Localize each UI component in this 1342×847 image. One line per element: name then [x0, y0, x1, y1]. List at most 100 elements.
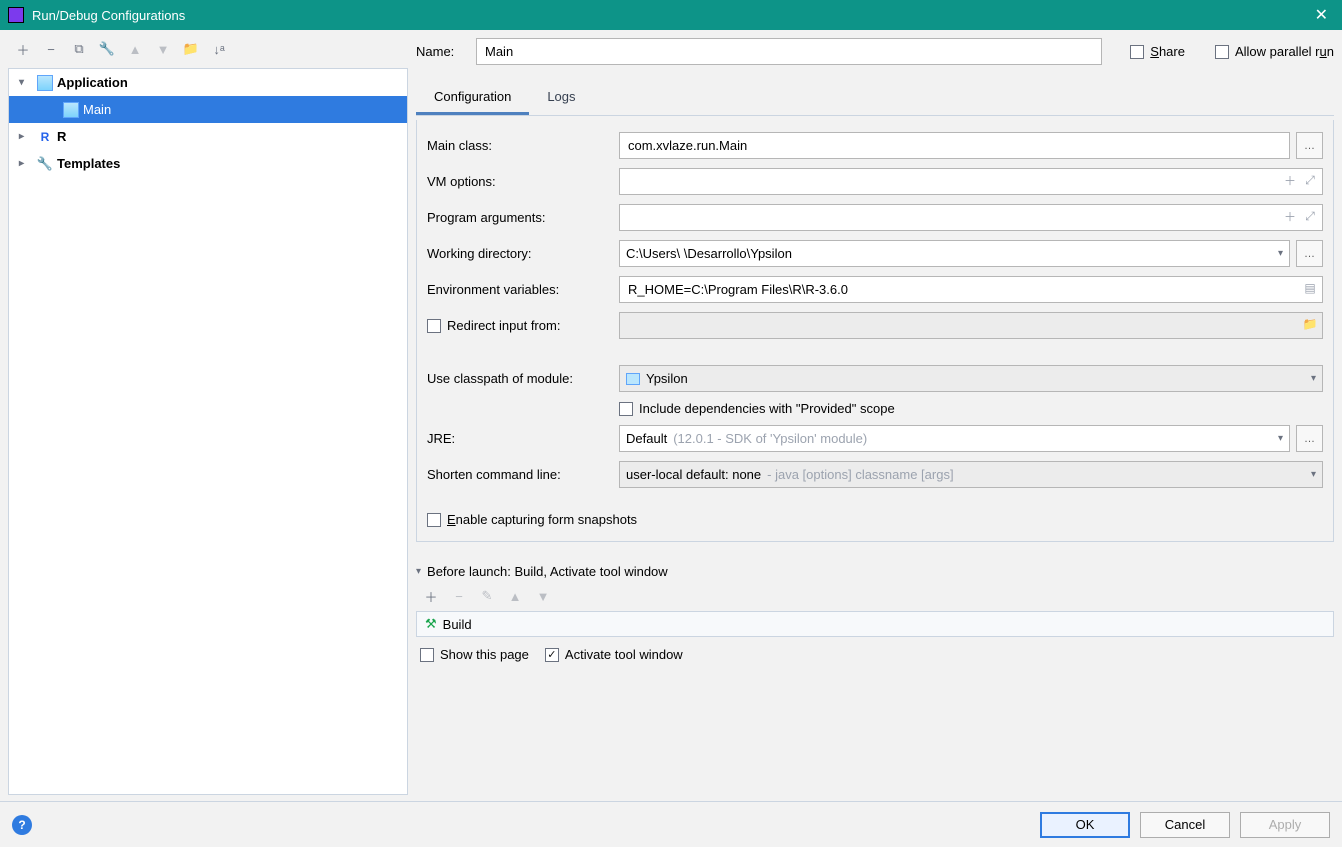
jre-select[interactable]: Default (12.0.1 - SDK of 'Ypsilon' modul…: [619, 425, 1290, 452]
r-icon: R: [37, 129, 53, 145]
checkbox-icon: [427, 319, 441, 333]
activate-tool-checkbox[interactable]: Activate tool window: [545, 647, 683, 662]
help-icon[interactable]: ?: [12, 815, 32, 835]
module-value: Ypsilon: [646, 371, 688, 386]
working-dir-label: Working directory:: [427, 246, 613, 261]
checkbox-icon: [1215, 45, 1229, 59]
shorten-value: user-local default: none: [626, 467, 761, 482]
shorten-label: Shorten command line:: [427, 467, 613, 482]
title-bar: Run/Debug Configurations ✕: [0, 0, 1342, 30]
working-dir-combo[interactable]: C:\Users\ \Desarrollo\Ypsilon ▾: [619, 240, 1290, 267]
jre-value: Default: [626, 431, 667, 446]
bl-add-button[interactable]: ＋: [420, 585, 442, 607]
chevron-down-icon: ▾: [1278, 433, 1283, 444]
bl-up-button[interactable]: ▲: [504, 585, 526, 607]
share-checkbox[interactable]: Share: [1130, 44, 1185, 59]
insert-macro-icon[interactable]: ＋: [1281, 171, 1299, 189]
checkbox-icon: [1130, 45, 1144, 59]
program-args-input[interactable]: [619, 204, 1323, 231]
bl-item-label: Build: [443, 617, 472, 632]
module-label: Use classpath of module:: [427, 371, 613, 386]
allow-parallel-checkbox[interactable]: Allow parallel run: [1215, 44, 1334, 59]
cancel-button[interactable]: Cancel: [1140, 812, 1230, 838]
move-down-button[interactable]: ▼: [152, 38, 174, 60]
bl-edit-button[interactable]: ✎: [476, 585, 498, 607]
tab-configuration[interactable]: Configuration: [416, 81, 529, 115]
jre-label: JRE:: [427, 431, 613, 446]
before-launch-item-build[interactable]: ⚒ Build: [416, 611, 1334, 637]
vm-options-input[interactable]: [619, 168, 1323, 195]
main-class-input[interactable]: [619, 132, 1290, 159]
checkbox-icon: [420, 648, 434, 662]
tree-label: Templates: [57, 156, 120, 171]
chevron-down-icon: ▾: [19, 77, 33, 88]
chevron-down-icon: ▾: [1311, 469, 1316, 480]
left-panel: ＋ − ⧉ 🔧 ▲ ▼ 📁 ↓ᵃ ▾ Application Main ▸ R …: [8, 36, 408, 795]
dialog-footer: ? OK Cancel Apply: [0, 801, 1342, 847]
expand-icon[interactable]: ⤢: [1301, 171, 1319, 189]
browse-jre-button[interactable]: …: [1296, 425, 1323, 452]
jre-hint: (12.0.1 - SDK of 'Ypsilon' module): [673, 431, 867, 446]
chevron-right-icon: ▸: [19, 158, 33, 169]
env-vars-input[interactable]: [619, 276, 1323, 303]
wrench-icon: 🔧: [37, 156, 53, 172]
chevron-right-icon: ▸: [19, 131, 33, 142]
tree-item-templates[interactable]: ▸ 🔧 Templates: [9, 150, 407, 177]
apply-button[interactable]: Apply: [1240, 812, 1330, 838]
checkbox-icon: [427, 513, 441, 527]
before-launch-section: ▾ Before launch: Build, Activate tool wi…: [416, 564, 1334, 662]
chevron-down-icon: ▾: [1311, 373, 1316, 384]
edit-env-icon[interactable]: ▤: [1301, 279, 1319, 297]
ok-button[interactable]: OK: [1040, 812, 1130, 838]
module-select[interactable]: Ypsilon ▾: [619, 365, 1323, 392]
working-dir-value: C:\Users\ \Desarrollo\Ypsilon: [626, 246, 792, 261]
name-input[interactable]: [476, 38, 1102, 65]
tree-item-main[interactable]: Main: [9, 96, 407, 123]
tree-item-application[interactable]: ▾ Application: [9, 69, 407, 96]
chevron-down-icon: ▾: [416, 566, 421, 577]
add-button[interactable]: ＋: [12, 38, 34, 60]
redirect-input-checkbox[interactable]: Redirect input from:: [427, 318, 613, 333]
main-class-label: Main class:: [427, 138, 613, 153]
copy-button[interactable]: ⧉: [68, 38, 90, 60]
sort-button[interactable]: ↓ᵃ: [208, 38, 230, 60]
window-title: Run/Debug Configurations: [32, 8, 185, 23]
snapshots-checkbox[interactable]: Enable capturing form snapshots: [427, 512, 1323, 527]
expand-icon[interactable]: ⤢: [1301, 207, 1319, 225]
before-launch-toggle[interactable]: ▾ Before launch: Build, Activate tool wi…: [416, 564, 1334, 579]
shorten-select[interactable]: user-local default: none - java [options…: [619, 461, 1323, 488]
tree-label: Application: [57, 75, 128, 90]
show-page-label: Show this page: [440, 647, 529, 662]
activate-label: Activate tool window: [565, 647, 683, 662]
name-label: Name:: [416, 44, 466, 59]
browse-working-dir-button[interactable]: …: [1296, 240, 1323, 267]
remove-button[interactable]: −: [40, 38, 62, 60]
redirect-input-field: [619, 312, 1323, 339]
config-toolbar: ＋ − ⧉ 🔧 ▲ ▼ 📁 ↓ᵃ: [8, 36, 408, 68]
browse-file-icon: 📁: [1301, 315, 1319, 333]
chevron-down-icon: ▾: [1278, 248, 1283, 259]
tab-logs[interactable]: Logs: [529, 81, 593, 115]
move-up-button[interactable]: ▲: [124, 38, 146, 60]
hammer-icon: ⚒: [425, 616, 437, 632]
tabs: Configuration Logs: [416, 81, 1334, 116]
application-icon: [63, 102, 79, 118]
right-panel: Name: Share Allow parallel run Configura…: [416, 36, 1334, 795]
config-tree: ▾ Application Main ▸ R R ▸ 🔧 Templates: [8, 68, 408, 795]
insert-macro-icon[interactable]: ＋: [1281, 207, 1299, 225]
tree-item-r[interactable]: ▸ R R: [9, 123, 407, 150]
settings-button[interactable]: 🔧: [96, 38, 118, 60]
bl-remove-button[interactable]: −: [448, 585, 470, 607]
close-icon[interactable]: ✕: [1309, 5, 1334, 25]
application-icon: [37, 75, 53, 91]
show-page-checkbox[interactable]: Show this page: [420, 647, 529, 662]
before-launch-title: Before launch: Build, Activate tool wind…: [427, 564, 668, 579]
redirect-label: Redirect input from:: [447, 318, 560, 333]
bl-down-button[interactable]: ▼: [532, 585, 554, 607]
folder-button[interactable]: 📁: [180, 38, 202, 60]
browse-main-class-button[interactable]: …: [1296, 132, 1323, 159]
env-vars-label: Environment variables:: [427, 282, 613, 297]
app-icon: [8, 7, 24, 23]
include-provided-checkbox[interactable]: Include dependencies with "Provided" sco…: [619, 401, 1323, 416]
vm-options-label: VM options:: [427, 174, 613, 189]
